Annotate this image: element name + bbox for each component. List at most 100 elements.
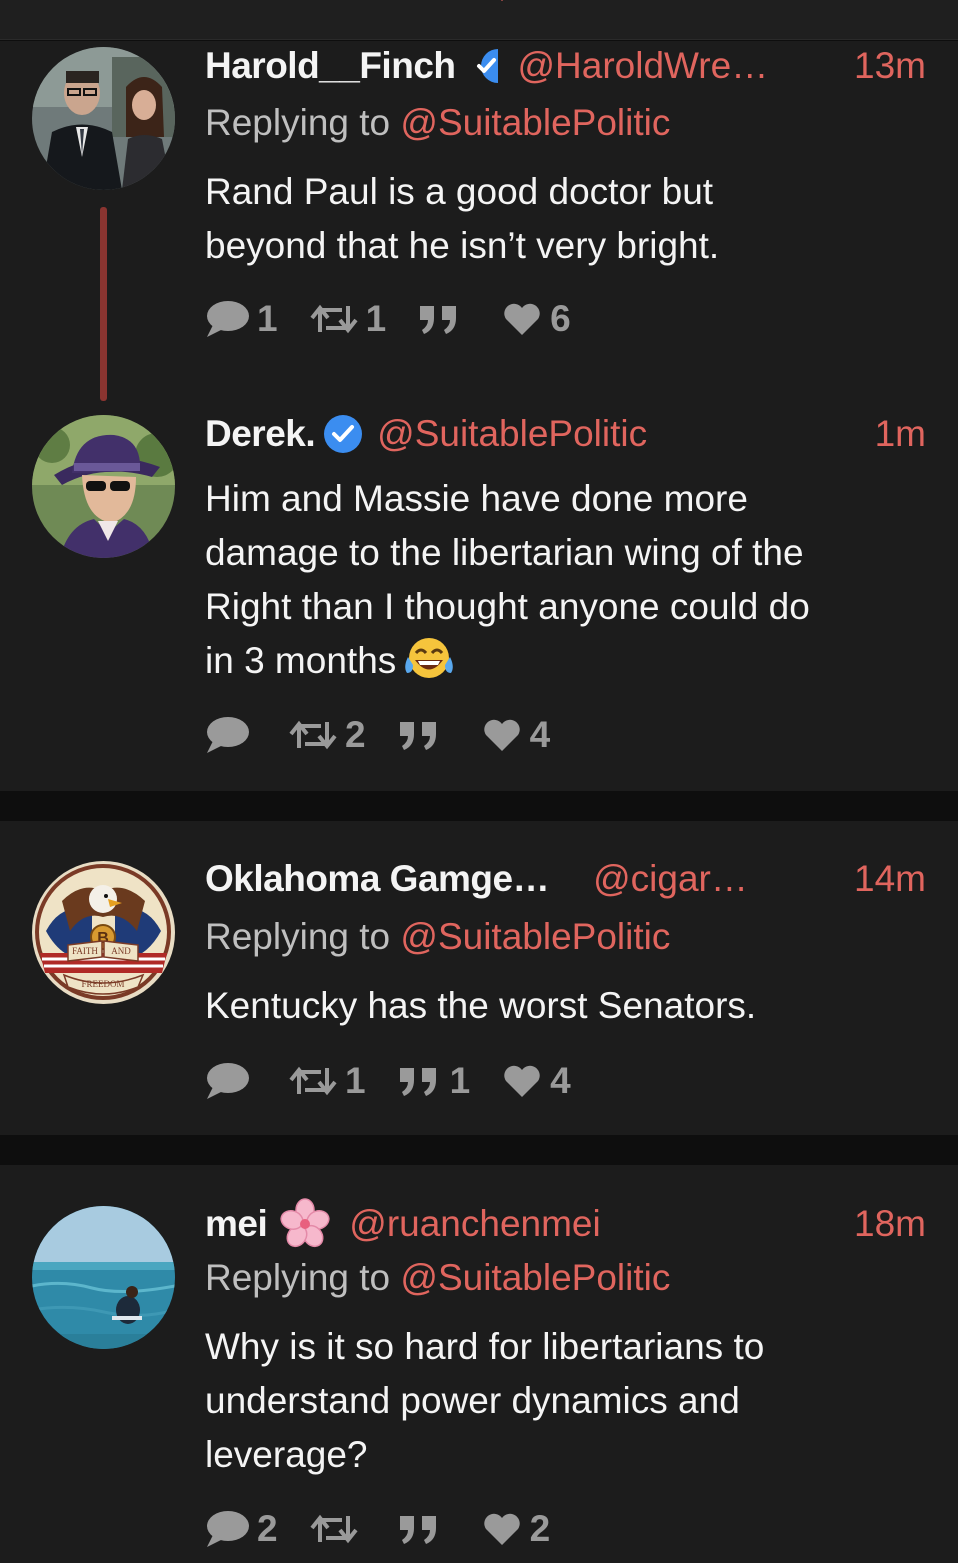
retweet-count: 1 bbox=[365, 298, 387, 339]
reply-bubble-icon bbox=[207, 717, 249, 753]
tweet-actions: 2 2 bbox=[205, 1507, 550, 1551]
avatar[interactable] bbox=[32, 47, 175, 190]
reply-button[interactable] bbox=[205, 715, 257, 755]
replying-to: Replying to @SuitablePolitic bbox=[205, 102, 670, 148]
display-name[interactable]: Oklahoma Gamge… bbox=[205, 858, 550, 900]
like-button[interactable]: 2 bbox=[482, 1508, 551, 1550]
quote-button[interactable]: 1 bbox=[398, 1060, 471, 1102]
heart-icon bbox=[483, 719, 520, 751]
tweet-text: Why is it so hard for libertarians to un… bbox=[205, 1320, 925, 1482]
quote-count: 1 bbox=[449, 1060, 471, 1101]
avatar[interactable] bbox=[32, 1206, 175, 1349]
tweet-header: Oklahoma Gamge… @cigar… 14m bbox=[205, 856, 926, 902]
tweet-card[interactable]: mei @ruanchenmei 18m Replying to @Suitab… bbox=[0, 1165, 958, 1563]
emblem-text-and: AND bbox=[111, 946, 131, 956]
replying-to-label: Replying to bbox=[205, 916, 401, 957]
nav-tabs-icon[interactable] bbox=[440, 0, 520, 14]
reply-bubble-icon bbox=[207, 301, 249, 337]
tweet-text-line: beyond that he isn’t very bright. bbox=[205, 225, 720, 266]
tweet-text-line: Right than I thought anyone could do bbox=[205, 586, 810, 627]
quote-button[interactable] bbox=[398, 1512, 450, 1546]
emblem-text-freedom: FREEDOM bbox=[81, 979, 124, 989]
like-button[interactable]: 4 bbox=[482, 714, 551, 756]
tweet-text-line: damage to the libertarian wing of the bbox=[205, 532, 804, 573]
like-count: 4 bbox=[550, 1060, 571, 1101]
retweet-count: 1 bbox=[345, 1060, 366, 1101]
like-button[interactable]: 6 bbox=[502, 298, 571, 340]
timestamp[interactable]: 1m bbox=[875, 413, 926, 455]
tweet-actions: 1 1 6 bbox=[205, 297, 571, 341]
like-button[interactable]: 4 bbox=[502, 1060, 571, 1102]
quote-marks-icon bbox=[399, 1068, 436, 1096]
retweet-icon bbox=[289, 1066, 337, 1096]
timestamp[interactable]: 13m bbox=[854, 45, 926, 87]
tweet-card[interactable]: B FAITH AND FREEDOM Oklahoma Gamge… @cig… bbox=[0, 821, 958, 1135]
replying-to-handle[interactable]: @SuitablePolitic bbox=[400, 102, 670, 143]
avatar[interactable] bbox=[32, 415, 175, 558]
display-name[interactable]: mei bbox=[205, 1203, 268, 1245]
heart-icon bbox=[504, 303, 540, 335]
quote-marks-icon bbox=[399, 1516, 436, 1544]
emblem-text-faith: FAITH bbox=[72, 946, 98, 956]
reply-button[interactable] bbox=[205, 1061, 257, 1101]
avatar[interactable]: B FAITH AND FREEDOM bbox=[32, 861, 175, 1004]
tweet-header: mei @ruanchenmei 18m bbox=[205, 1198, 926, 1250]
user-handle[interactable]: @HaroldWre… bbox=[518, 45, 769, 87]
tweet-header: Harold__Finch @HaroldWre… 13m bbox=[205, 43, 926, 89]
heart-icon bbox=[504, 1065, 540, 1097]
retweet-icon bbox=[310, 1514, 358, 1544]
user-handle[interactable]: @ruanchenmei bbox=[349, 1203, 600, 1245]
replying-to: Replying to @SuitablePolitic bbox=[205, 1257, 670, 1303]
like-count: 6 bbox=[550, 298, 571, 339]
reply-button[interactable]: 1 bbox=[205, 298, 278, 340]
card-separator bbox=[0, 791, 958, 821]
quote-button[interactable] bbox=[398, 718, 450, 752]
reply-button[interactable]: 2 bbox=[205, 1508, 278, 1550]
heart-icon bbox=[483, 1513, 520, 1545]
retweet-button[interactable] bbox=[310, 1512, 366, 1546]
timestamp[interactable]: 18m bbox=[854, 1203, 926, 1245]
cherry-blossom-emoji-icon bbox=[279, 1198, 331, 1250]
like-count: 2 bbox=[529, 1508, 551, 1549]
display-name[interactable]: Derek. bbox=[205, 413, 316, 455]
retweet-button[interactable]: 1 bbox=[289, 1060, 366, 1102]
reply-count: 1 bbox=[257, 298, 278, 339]
quote-button[interactable] bbox=[418, 302, 470, 336]
tweet-text-line: Him and Massie have done more bbox=[205, 478, 748, 519]
tweet-actions: 1 1 4 bbox=[205, 1059, 571, 1103]
replying-to: Replying to @SuitablePolitic bbox=[205, 916, 670, 962]
user-handle[interactable]: @cigar… bbox=[593, 858, 748, 900]
retweet-icon bbox=[289, 720, 337, 750]
quote-marks-icon bbox=[420, 306, 457, 334]
tweet-text-line: Rand Paul is a good doctor but bbox=[205, 171, 714, 212]
tweet-header: Derek. @SuitablePolitic 1m bbox=[205, 411, 926, 457]
display-name[interactable]: Harold__Finch bbox=[205, 45, 456, 87]
tweet-text-line: in 3 months bbox=[205, 634, 925, 688]
user-handle[interactable]: @SuitablePolitic bbox=[377, 413, 647, 455]
tweet-card[interactable]: Harold__Finch @HaroldWre… 13m Replying t… bbox=[0, 41, 958, 791]
person-swimming-sea-photo-icon bbox=[32, 1206, 175, 1349]
reply-count: 2 bbox=[257, 1508, 278, 1549]
like-count: 4 bbox=[529, 714, 551, 755]
tweet-text-line: Kentucky has the worst Senators. bbox=[205, 985, 757, 1026]
retweet-button[interactable]: 2 bbox=[289, 714, 366, 756]
tweet-text-line: leverage? bbox=[205, 1434, 368, 1475]
thread-connector-line bbox=[100, 207, 107, 401]
tweet-text: Him and Massie have done more damage to … bbox=[205, 472, 925, 688]
timestamp[interactable]: 14m bbox=[854, 858, 926, 900]
replying-to-handle[interactable]: @SuitablePolitic bbox=[400, 916, 670, 957]
tweet-text: Rand Paul is a good doctor but beyond th… bbox=[205, 165, 925, 273]
tweet-actions: 2 4 bbox=[205, 713, 550, 757]
top-nav-bar bbox=[0, 0, 958, 40]
man-in-hat-drawing-icon bbox=[32, 415, 175, 558]
replying-to-label: Replying to bbox=[205, 1257, 401, 1298]
two-people-photo-icon bbox=[32, 47, 175, 190]
verified-badge-icon bbox=[323, 414, 363, 454]
retweet-icon bbox=[310, 304, 358, 334]
card-separator bbox=[0, 1135, 958, 1165]
replying-to-handle[interactable]: @SuitablePolitic bbox=[400, 1257, 670, 1298]
quote-marks-icon bbox=[399, 722, 436, 750]
replying-to-label: Replying to bbox=[205, 102, 401, 143]
reply-bubble-icon bbox=[207, 1511, 249, 1547]
retweet-button[interactable]: 1 bbox=[310, 298, 387, 340]
